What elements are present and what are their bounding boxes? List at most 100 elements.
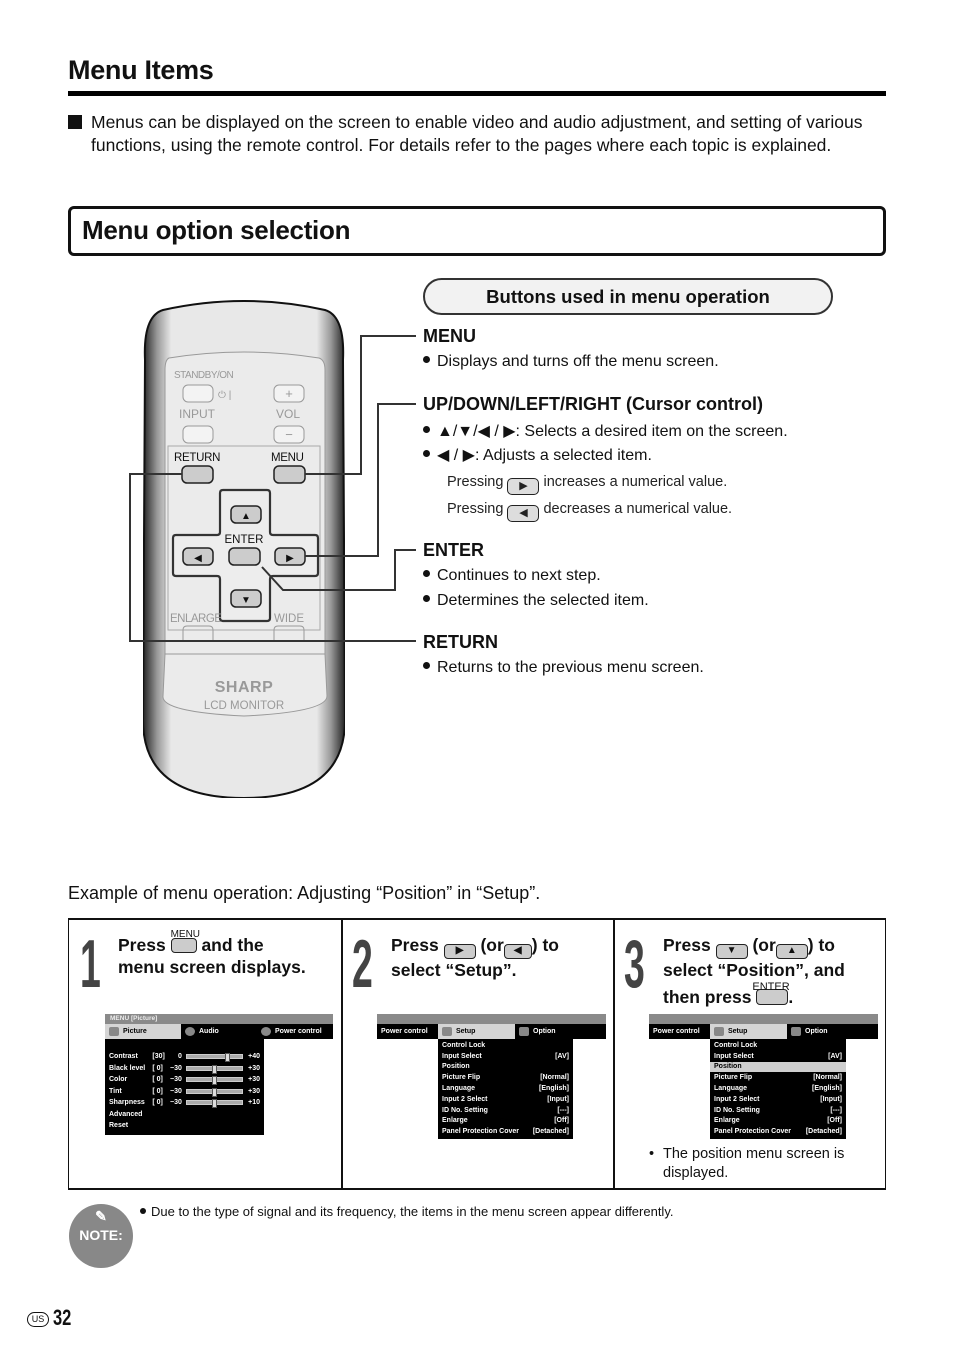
tab-power-control: Power control xyxy=(381,1028,428,1035)
setup-menu-row: Language [English] xyxy=(714,1085,842,1093)
level-slider xyxy=(185,1076,244,1086)
bullet-icon xyxy=(423,595,430,602)
setup-menu-row: ID No. Setting [---] xyxy=(442,1106,569,1114)
bullet-icon xyxy=(423,426,430,433)
svg-text:RETURN: RETURN xyxy=(174,452,220,464)
setup-menu-row: Language [English] xyxy=(442,1085,569,1093)
level-slider xyxy=(185,1087,244,1097)
step-3-footnote: • The position menu screen is displayed. xyxy=(649,1146,845,1181)
bullet-icon xyxy=(423,450,430,457)
menu-key-inline: MENU xyxy=(170,929,200,956)
picture-list: Contrast [30] 0 +40 Black level[ 0] −30 +30 Col… xyxy=(105,1039,264,1135)
enter-bullet-2: Determines the selected item. xyxy=(423,592,649,610)
bullet-icon xyxy=(423,662,430,669)
level-slider xyxy=(185,1053,244,1063)
cursor-heading: UP/DOWN/LEFT/RIGHT (Cursor control) xyxy=(423,394,763,414)
tab-power-control: Power control xyxy=(257,1024,326,1039)
section-title: Menu option selection xyxy=(82,215,351,245)
bullet-icon: • xyxy=(649,1146,655,1162)
setup-menu-row: Panel Protection Cover [Detached] xyxy=(714,1128,842,1136)
setup-icon xyxy=(442,1027,452,1036)
setup-menu-row: Enlarge [Off] xyxy=(442,1117,569,1125)
enter-bullet-1: Continues to next step. xyxy=(423,567,601,585)
picture-menu-row: Tint[ 0] −30 +30 xyxy=(109,1087,260,1097)
step-number-1: 1 xyxy=(80,926,101,1002)
svg-text:▼: ▼ xyxy=(241,595,251,606)
bullet-icon xyxy=(423,356,430,363)
setup-menu-row: Enlarge [Off] xyxy=(714,1117,842,1125)
svg-text:WIDE: WIDE xyxy=(274,613,304,625)
cursor-bullet-2: ◀ / ▶: Adjusts a selected item. xyxy=(423,445,652,465)
setup-menu-row: Input Select [AV] xyxy=(714,1052,842,1060)
title-rule xyxy=(68,91,886,96)
example-caption: Example of menu operation: Adjusting “Po… xyxy=(68,883,541,903)
tab-option: Option xyxy=(515,1024,560,1039)
picture-menu-row: Advanced xyxy=(109,1110,143,1118)
svg-text:VOL: VOL xyxy=(276,407,300,421)
buttons-panel-title: Buttons used in menu operation xyxy=(423,278,833,315)
square-bullet-icon xyxy=(68,115,82,129)
monitor-icon xyxy=(109,1027,119,1036)
setup-menu-row: Picture Flip [Normal] xyxy=(442,1074,569,1082)
svg-text:▲: ▲ xyxy=(241,511,251,522)
menu-bullet: Displays and turns off the menu screen. xyxy=(423,353,719,371)
picture-menu-row: Contrast [30] 0 +40 xyxy=(109,1053,260,1063)
tab-option: Option xyxy=(787,1024,832,1039)
svg-text:SHARP: SHARP xyxy=(215,679,274,696)
level-slider xyxy=(185,1099,244,1109)
svg-text:+: + xyxy=(285,386,293,401)
setup-menu-row: Position xyxy=(710,1061,846,1073)
svg-text:LCD MONITOR: LCD MONITOR xyxy=(204,700,284,712)
setup-menu-row: Control Lock xyxy=(714,1041,758,1049)
enter-key-inline: ENTER xyxy=(752,981,790,1008)
setup-menu-row: ID No. Setting [---] xyxy=(714,1106,842,1114)
bullet-icon xyxy=(140,1208,146,1214)
tab-setup: Setup xyxy=(438,1024,515,1039)
picture-menu-row: Sharpness[ 0] −30 +10 xyxy=(109,1099,260,1109)
setup-list: Control Lock Input Select [AV] Position Pict… xyxy=(438,1039,573,1140)
tab-picture: Picture xyxy=(105,1024,181,1039)
setup-menu-row: Input Select [AV] xyxy=(442,1052,569,1060)
svg-text:MENU: MENU xyxy=(271,452,304,464)
tab-power-control: Power control xyxy=(653,1028,700,1035)
bullet-icon xyxy=(423,570,430,577)
page-footer: US 32 xyxy=(27,1305,78,1331)
menu-screen-header: MENU [Picture] xyxy=(105,1014,333,1024)
setup-list: Control Lock Input Select [AV] Position Pict… xyxy=(710,1039,846,1140)
menu-screen-tabs: Picture Audio Power control xyxy=(105,1024,333,1039)
slider-knob xyxy=(211,1064,217,1074)
level-slider xyxy=(185,1064,244,1074)
intro-text: Menus can be displayed on the screen to … xyxy=(91,112,863,155)
picture-menu-row: Reset xyxy=(109,1122,129,1130)
svg-text:STANDBY/ON: STANDBY/ON xyxy=(174,370,234,381)
left-key-icon: ◀ xyxy=(503,944,532,959)
svg-text:▶: ▶ xyxy=(286,553,294,564)
return-heading: RETURN xyxy=(423,632,498,652)
slider-knob xyxy=(225,1053,231,1063)
setup-menu-row: Control Lock xyxy=(442,1041,486,1049)
setup-icon xyxy=(714,1027,724,1036)
decrease-note: Pressing ◀ decreases a numerical value. xyxy=(447,501,732,522)
slider-knob xyxy=(211,1099,217,1109)
intro-paragraph: Menus can be displayed on the screen to … xyxy=(68,111,888,156)
return-bullet: Returns to the previous menu screen. xyxy=(423,659,704,677)
note-text: Due to the type of signal and its freque… xyxy=(140,1204,673,1219)
setup-menu-row: Input 2 Select [Input] xyxy=(714,1095,842,1103)
menu-screen-setup-step3: Power control Setup Option Control Lock I… xyxy=(649,1014,878,1140)
step-number-3: 3 xyxy=(624,926,645,1002)
setup-menu-row: Picture Flip [Normal] xyxy=(714,1074,842,1082)
picture-menu-row: Color[ 0] −30 +30 xyxy=(109,1076,260,1086)
tab-setup: Setup xyxy=(710,1024,787,1039)
setup-menu-row: Panel Protection Cover [Detached] xyxy=(442,1128,569,1136)
step-2-text: Press ▶ (or ◀) to select “Setup”. xyxy=(391,935,559,980)
menu-screen-picture: MENU [Picture] Picture Audio Power contr… xyxy=(105,1014,333,1135)
svg-text:◀: ◀ xyxy=(194,553,202,564)
picture-menu-row: Black level[ 0] −30 +30 xyxy=(109,1064,260,1074)
pencil-icon: ✎ xyxy=(95,1208,107,1224)
note-badge: ✎ NOTE: xyxy=(69,1204,133,1268)
option-icon xyxy=(791,1027,801,1036)
step-divider xyxy=(613,918,615,1190)
page-title: Menu Items xyxy=(68,55,214,85)
right-key-icon: ▶ xyxy=(507,478,540,495)
setup-menu-row: Position xyxy=(442,1063,470,1071)
